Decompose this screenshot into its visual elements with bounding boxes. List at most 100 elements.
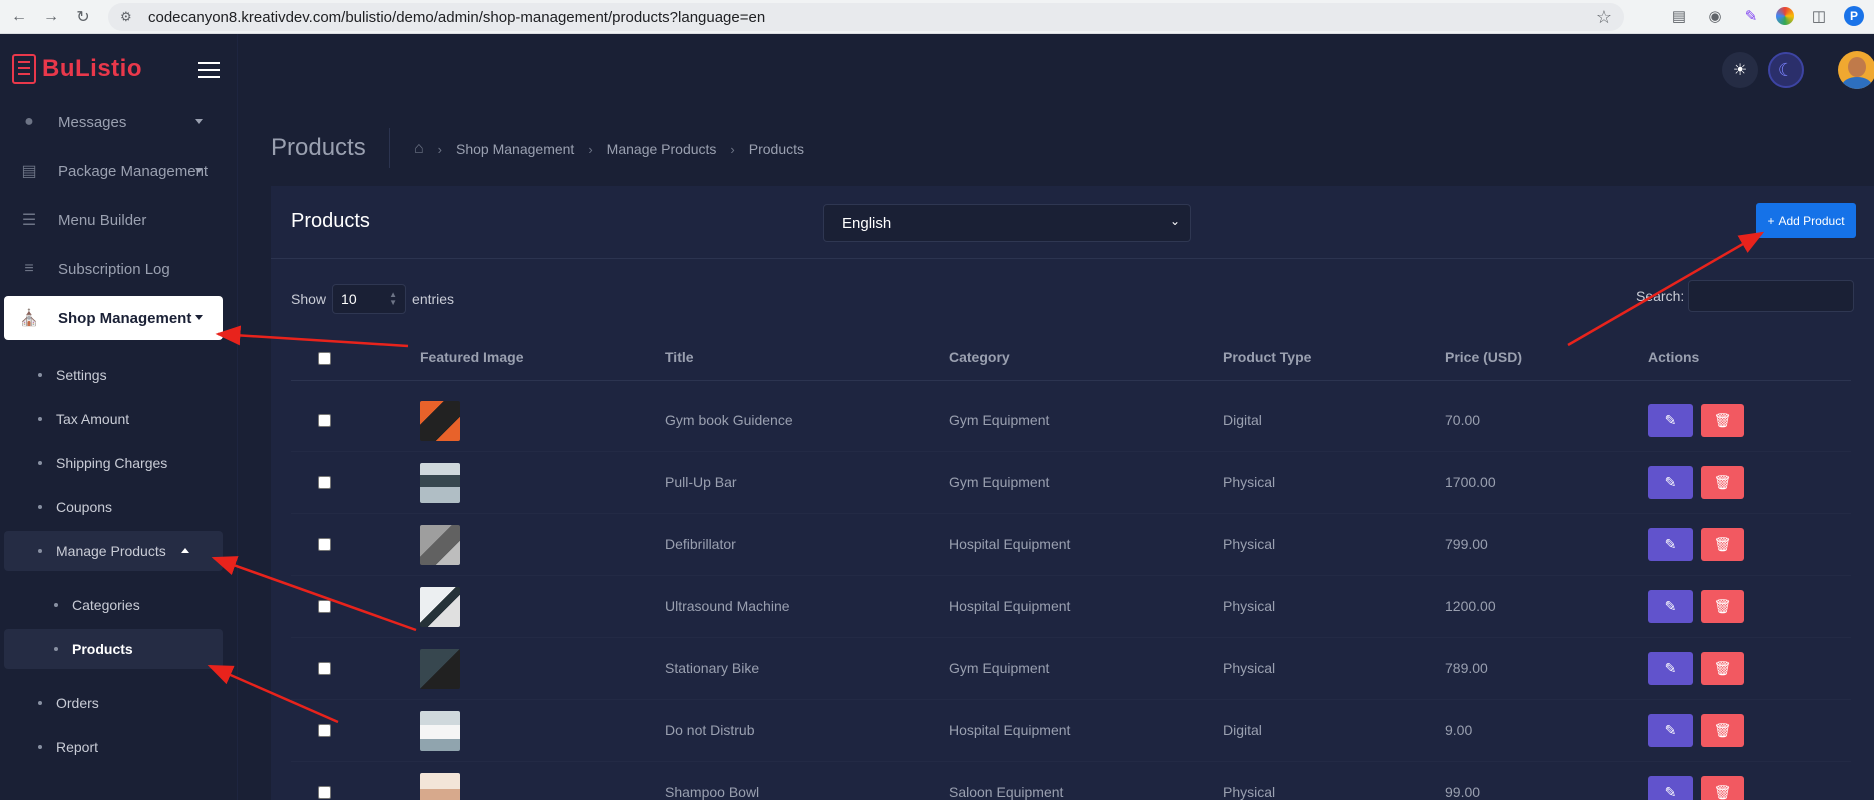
cell-title: Gym book Guidence [665,412,793,428]
clipboard-logo-icon [12,54,36,84]
row-checkbox[interactable] [318,724,331,737]
sidebar-item-package-management[interactable]: ▤ Package Management [4,149,223,193]
light-mode-sun-icon[interactable]: ☀ [1722,52,1758,88]
column-header-title[interactable]: Title [665,349,694,365]
column-header-product-type[interactable]: Product Type [1223,349,1311,365]
chevron-down-icon: ⌄ [1169,214,1180,228]
cell-price: 789.00 [1445,660,1488,676]
sidebar-item-subscription-log[interactable]: ≡ Subscription Log [4,247,223,291]
product-thumbnail [420,711,460,751]
row-checkbox[interactable] [318,662,331,675]
color-picker-icon[interactable] [1776,7,1794,25]
product-thumbnail [420,401,460,441]
hamburger-menu-icon[interactable] [198,62,220,78]
search-label: Search: [1636,288,1685,304]
cell-title: Defibrillator [665,536,736,552]
edit-icon: ✎ [1664,536,1677,552]
edit-button[interactable]: ✎ [1648,652,1693,685]
breadcrumb-shop-management[interactable]: Shop Management [456,141,574,157]
delete-button[interactable]: 🗑 [1701,404,1744,437]
cell-product-type: Physical [1223,598,1276,614]
chevron-right-icon: › [730,141,735,157]
brand-logo[interactable]: BuListio [12,54,142,84]
cell-product-type: Digital [1223,412,1262,428]
language-select[interactable]: English ⌄ [823,204,1191,242]
breadcrumb-manage-products[interactable]: Manage Products [607,141,717,157]
product-thumbnail [420,773,460,800]
bookmark-star-icon[interactable]: ☆ [1596,7,1612,28]
table-row: Stationary Bike Gym Equipment Physical 7… [271,638,1874,700]
trash-icon: 🗑 [1713,412,1732,428]
camera-icon[interactable]: ◉ [1704,5,1726,27]
product-thumbnail [420,525,460,565]
sidebar-subitem-manage-products[interactable]: Manage Products [4,531,223,571]
select-all-checkbox[interactable] [318,352,331,365]
home-icon[interactable]: ⌂ [414,140,424,158]
sidebar-subitem-orders[interactable]: Orders [4,683,223,723]
edit-button[interactable]: ✎ [1648,404,1693,437]
sidebar-subitem-shipping-charges[interactable]: Shipping Charges [4,443,223,483]
address-bar[interactable]: ⚙ codecanyon8.kreativdev.com/bulistio/de… [108,3,1624,31]
row-checkbox[interactable] [318,786,331,799]
delete-button[interactable]: 🗑 [1701,652,1744,685]
row-checkbox[interactable] [318,476,331,489]
edit-button[interactable]: ✎ [1648,466,1693,499]
url-text[interactable]: codecanyon8.kreativdev.com/bulistio/demo… [148,9,765,26]
add-product-button[interactable]: + Add Product [1756,203,1856,238]
sidebar-subitem-tax-amount[interactable]: Tax Amount [4,399,223,439]
search-input[interactable] [1688,280,1855,312]
cell-category: Hospital Equipment [949,598,1071,614]
user-avatar[interactable] [1838,51,1874,89]
delete-button[interactable]: 🗑 [1701,714,1744,747]
edit-button[interactable]: ✎ [1648,714,1693,747]
row-checkbox[interactable] [318,414,331,427]
delete-button[interactable]: 🗑 [1701,776,1744,800]
column-header-price[interactable]: Price (USD) [1445,349,1522,365]
row-checkbox[interactable] [318,538,331,551]
cell-price: 1700.00 [1445,474,1496,490]
cell-price: 799.00 [1445,536,1488,552]
site-settings-icon[interactable]: ⚙ [120,9,140,25]
sidebar-item-menu-builder[interactable]: ☰ Menu Builder [4,198,223,242]
sidebar-item-shop-management[interactable]: ⛪ Shop Management [4,296,223,340]
table-row: Pull-Up Bar Gym Equipment Physical 1700.… [271,452,1874,514]
row-checkbox[interactable] [318,600,331,613]
edit-button[interactable]: ✎ [1648,590,1693,623]
list-icon: ≡ [24,260,34,277]
caret-down-icon [195,119,203,124]
cell-title: Stationary Bike [665,660,760,676]
reload-icon[interactable]: ↻ [70,4,96,30]
delete-button[interactable]: 🗑 [1701,466,1744,499]
sidebar-subitem-categories[interactable]: Categories [4,585,223,625]
extensions-puzzle-icon[interactable]: ◫ [1808,5,1830,27]
column-header-actions: Actions [1648,349,1700,365]
edit-button[interactable]: ✎ [1648,776,1693,800]
sidebar-subitem-report[interactable]: Report [4,727,223,767]
column-header-category[interactable]: Category [949,349,1010,365]
sidebar-item-messages[interactable]: ● Messages [4,100,223,144]
edit-icon: ✎ [1664,598,1677,614]
store-icon: ⛪ [19,310,39,327]
trash-icon: 🗑 [1713,474,1732,490]
entries-select[interactable]: 10 ▲ ▼ [332,284,407,314]
product-thumbnail [420,463,460,503]
pen-extension-icon[interactable]: ✎ [1740,5,1762,27]
sidebar-subitem-coupons[interactable]: Coupons [4,487,223,527]
language-selected: English [842,214,892,232]
trash-icon: 🗑 [1713,722,1732,738]
delete-button[interactable]: 🗑 [1701,590,1744,623]
dark-mode-moon-icon[interactable]: ☾ [1768,52,1804,88]
edit-icon: ✎ [1664,660,1677,676]
cell-title: Shampoo Bowl [665,784,760,800]
cell-category: Gym Equipment [949,660,1050,676]
delete-button[interactable]: 🗑 [1701,528,1744,561]
edit-button[interactable]: ✎ [1648,528,1693,561]
top-header: ☀ ☾ [238,34,1874,110]
profile-avatar-icon[interactable]: P [1844,6,1864,26]
clipboard-icon[interactable]: ▤ [1668,5,1690,27]
forward-icon[interactable]: → [38,4,64,30]
sidebar-subitem-products[interactable]: Products [4,629,223,669]
sidebar-subitem-settings[interactable]: Settings [4,355,223,395]
back-icon[interactable]: ← [6,4,32,30]
column-header-featured-image[interactable]: Featured Image [420,349,523,365]
